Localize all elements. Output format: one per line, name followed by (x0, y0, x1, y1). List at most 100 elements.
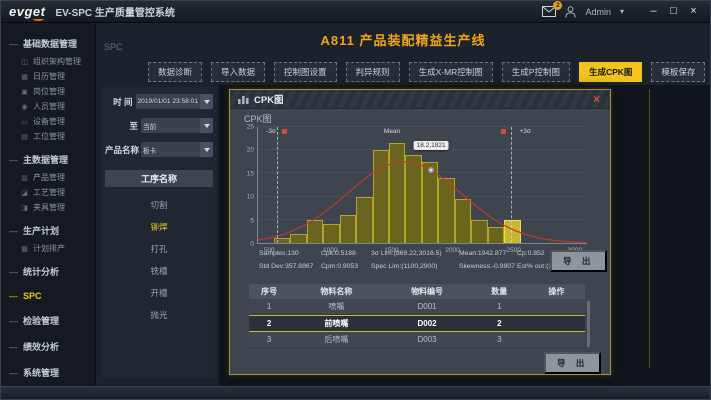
process-item[interactable]: 切割 (150, 199, 167, 211)
sidebar-item[interactable]: ▦日历管理 (1, 69, 95, 84)
calendar-icon: ▦ (20, 73, 29, 81)
export-chart-button[interactable]: 导 出 (550, 250, 607, 272)
stat-item: Mean:1942.877 (459, 250, 517, 257)
product-icon: ▥ (20, 174, 29, 182)
sidebar-group-header-7[interactable]: —系统管理 (1, 362, 95, 383)
sidebar-group-label: 基础数据管理 (23, 37, 77, 50)
position-icon: ▣ (20, 88, 29, 96)
mean-label: Mean (384, 128, 400, 135)
process-item[interactable]: 铣槽 (150, 265, 167, 277)
dialog-close-icon[interactable]: × (593, 93, 600, 105)
people-icon: ◉ (20, 103, 29, 111)
sidebar-item[interactable]: ▣岗位管理 (1, 84, 95, 99)
sidebar-item-label: 工位管理 (33, 131, 65, 142)
mail-button[interactable]: 2 (542, 6, 556, 17)
sidebar-group: — 基础数据管理 ◫组织架构管理▦日历管理▣岗位管理◉人员管理 ▭ 设备管理 ▤工位管理 (1, 33, 95, 144)
template-save-button[interactable]: 模板保存 (651, 62, 705, 82)
logo-accent (33, 17, 44, 21)
product-label: 产品名称 (105, 144, 141, 156)
cpk-plot: -3σMean+3σ18.2,1821 (257, 127, 587, 244)
sidebar-item-label: 设备管理 (33, 116, 65, 127)
sidebar-group-header-1[interactable]: —主数据管理 (1, 149, 95, 170)
process-item[interactable]: 抛光 (150, 309, 167, 321)
dialog-titlebar[interactable]: CPK图 × (230, 90, 610, 109)
judge-rules-button[interactable]: 判异规则 (346, 62, 400, 82)
collapse-icon: — (9, 368, 18, 378)
time-select-arrow[interactable] (200, 94, 213, 109)
sidebar-group: —检验管理 (1, 310, 95, 331)
collapse-icon: — (9, 342, 18, 352)
window-controls: – □ × (645, 5, 702, 19)
collapse-icon: — (9, 226, 18, 236)
sidebar-item[interactable]: ◉人员管理 (1, 99, 95, 114)
sidebar-item[interactable]: ▦ 计划排产 (1, 241, 95, 256)
sidebar-group: —生产计划 ▦ 计划排产 (1, 220, 95, 256)
sidebar-group-label: 检验管理 (23, 314, 59, 327)
sidebar-item-label: 计划排产 (33, 243, 65, 254)
chart-tooltip: 18.2,1821 (414, 141, 449, 150)
app-logo: evget (9, 4, 45, 19)
sidebar-group-header-5[interactable]: —检验管理 (1, 310, 95, 331)
collapse-icon: — (9, 291, 18, 301)
table-row[interactable]: 1喷嘴D0011 (249, 299, 585, 315)
table-row[interactable]: 2前喷嘴D0022 (249, 315, 585, 332)
product-select[interactable]: 板卡 (141, 142, 213, 157)
schedule-icon: ▦ (20, 245, 29, 253)
sidebar-item[interactable]: ◫组织架构管理 (1, 54, 95, 69)
stat-item: Std Dev:357.8867 (259, 263, 321, 270)
sidebar-item[interactable]: ▤工位管理 (1, 129, 95, 144)
table-cell: 3 (471, 335, 528, 344)
fixture-icon: ◨ (20, 204, 29, 212)
app-title: EV-SPC 生产质量管控系统 (55, 4, 174, 19)
close-button[interactable]: × (685, 5, 702, 19)
minimize-button[interactable]: – (645, 5, 662, 19)
sidebar-item[interactable]: ◪工艺管理 (1, 185, 95, 200)
generate-cpk-chart-button[interactable]: 生成CPK图 (579, 62, 642, 82)
stat-item: Cpk:0.5188 (321, 250, 371, 257)
stat-item: 3σ Lim:(869.22,3016.5) (371, 250, 459, 257)
sidebar-group-header-6[interactable]: — 绩效分析 (1, 336, 95, 357)
process-item[interactable]: 打孔 (150, 243, 167, 255)
collapse-icon: — (9, 39, 18, 49)
sidebar-group-header-4[interactable]: —SPC (1, 287, 95, 305)
user-menu[interactable]: Admin (585, 7, 611, 17)
process-list: 切割铆焊打孔铣槽开槽抛光 (105, 187, 213, 321)
process-item[interactable]: 铆焊 (150, 221, 167, 233)
org-chart-icon: ◫ (20, 58, 29, 66)
sidebar-group-header-2[interactable]: —生产计划 (1, 220, 95, 241)
device-icon: ▭ (20, 118, 29, 126)
generate-xmr-chart-button[interactable]: 生成X-MR控制图 (409, 62, 493, 82)
sidebar-item[interactable]: ▥产品管理 (1, 170, 95, 185)
table-header-row: 序号物料名称物料编号数量操作 (249, 284, 585, 299)
sidebar-group-header-0[interactable]: — 基础数据管理 (1, 33, 95, 54)
to-select[interactable]: 当前 (141, 118, 213, 133)
table-scrollbar[interactable] (587, 301, 590, 347)
sidebar-group-label: 绩效分析 (23, 340, 59, 353)
stat-item: Spec Lim:(1100,2900) (371, 263, 459, 270)
data-diagnosis-button[interactable]: 数据诊断 (148, 62, 202, 82)
product-select-arrow[interactable] (200, 142, 213, 157)
y-axis: 0510152025 (242, 127, 256, 244)
dialog-body: CPK图 0510152025 -3σMean+3σ18.2,1821 5001… (230, 109, 610, 373)
table-cell: 1 (471, 302, 528, 311)
sidebar-item[interactable]: ▭ 设备管理 (1, 114, 95, 129)
lsl-marker (282, 129, 287, 134)
sidebar-group-header-3[interactable]: —统计分析 (1, 261, 95, 282)
maximize-button[interactable]: □ (665, 5, 682, 19)
sidebar-item[interactable]: ◨夹具管理 (1, 200, 95, 215)
product-value: 板卡 (141, 142, 200, 157)
time-select[interactable]: 2019/01/01 23:58:01 (136, 94, 214, 109)
process-item[interactable]: 开槽 (150, 287, 167, 299)
control-chart-settings-button[interactable]: 控制图设置 (274, 62, 337, 82)
titlebar-right: 2 Admin ▾ – □ × (542, 5, 702, 19)
filter-panel: 时 间 2019/01/01 23:58:01 至 当前 产品名称 (101, 87, 217, 378)
table-cell: D002 (383, 319, 470, 328)
table-row[interactable]: 3后喷嘴D0033 (249, 332, 585, 348)
y-tick-label: 5 (250, 217, 254, 224)
export-table-button[interactable]: 导 出 (544, 352, 601, 374)
app-window: evget EV-SPC 生产质量管控系统 2 Admin ▾ – □ × (0, 0, 711, 400)
generate-p-chart-button[interactable]: 生成P控制图 (502, 62, 570, 82)
chevron-down-icon[interactable]: ▾ (620, 7, 624, 16)
to-select-arrow[interactable] (200, 118, 213, 133)
import-data-button[interactable]: 导入数据 (211, 62, 265, 82)
